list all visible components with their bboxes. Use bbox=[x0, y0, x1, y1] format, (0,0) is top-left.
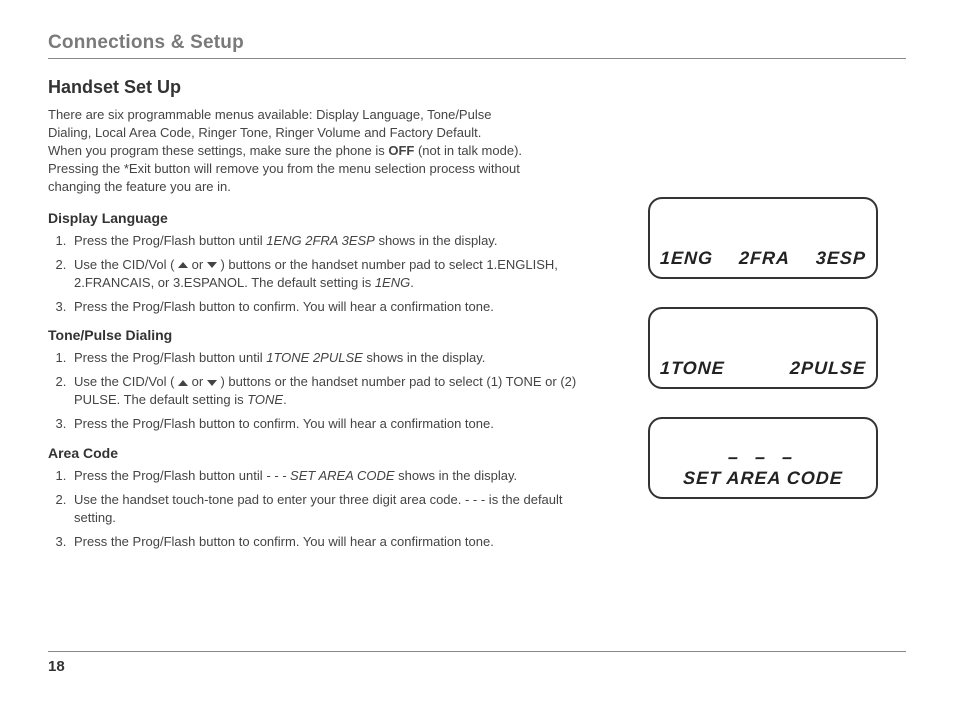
step-text: Press the Prog/Flash button to confirm. … bbox=[74, 299, 494, 314]
triangle-down-icon bbox=[207, 380, 217, 386]
intro-line: When you program these settings, make su… bbox=[48, 143, 388, 158]
lcd-screen-area-code: – – – SET AREA CODE bbox=[648, 417, 878, 499]
lcd-text: 3ESP bbox=[815, 248, 866, 269]
content-columns: Handset Set Up There are six programmabl… bbox=[48, 77, 906, 561]
step-ital: - - - SET AREA CODE bbox=[266, 468, 394, 483]
step-ital: 1ENG 2FRA 3ESP bbox=[266, 233, 375, 248]
manual-page: Connections & Setup Handset Set Up There… bbox=[0, 0, 954, 716]
page-footer: 18 bbox=[48, 651, 906, 676]
step: Press the Prog/Flash button to confirm. … bbox=[70, 298, 608, 316]
step-text: Use the CID/Vol ( bbox=[74, 257, 178, 272]
step-text: Press the Prog/Flash button until bbox=[74, 468, 266, 483]
lcd-text: 2FRA bbox=[738, 248, 790, 269]
triangle-up-icon bbox=[178, 262, 188, 268]
steps-area-code: Press the Prog/Flash button until - - - … bbox=[48, 467, 608, 551]
step-text: or bbox=[188, 257, 207, 272]
step-ital: 1TONE 2PULSE bbox=[266, 350, 363, 365]
lcd-line: 1ENG 2FRA 3ESP bbox=[659, 248, 866, 269]
step-text: or bbox=[188, 374, 207, 389]
step-text: Press the Prog/Flash button until bbox=[74, 350, 266, 365]
step: Press the Prog/Flash button to confirm. … bbox=[70, 533, 608, 551]
lcd-screen-tone-pulse: 1TONE 2PULSE bbox=[648, 307, 878, 389]
subheading-tone-pulse: Tone/Pulse Dialing bbox=[48, 327, 608, 343]
step-text: Use the handset touch-tone pad to enter … bbox=[74, 492, 563, 525]
lcd-line: – – – bbox=[659, 447, 866, 468]
step: Press the Prog/Flash button until 1TONE … bbox=[70, 349, 608, 367]
page-title: Handset Set Up bbox=[48, 77, 608, 98]
lcd-text: 2PULSE bbox=[789, 358, 866, 379]
triangle-up-icon bbox=[178, 380, 188, 386]
step-text: Press the Prog/Flash button until bbox=[74, 233, 266, 248]
intro-line: changing the feature you are in. bbox=[48, 179, 231, 194]
intro-line: (not in talk mode). bbox=[414, 143, 522, 158]
step-text: Press the Prog/Flash button to confirm. … bbox=[74, 534, 494, 549]
triangle-down-icon bbox=[207, 262, 217, 268]
step: Use the handset touch-tone pad to enter … bbox=[70, 491, 608, 527]
step-text: . bbox=[283, 392, 287, 407]
step: Press the Prog/Flash button to confirm. … bbox=[70, 415, 608, 433]
steps-display-language: Press the Prog/Flash button until 1ENG 2… bbox=[48, 232, 608, 316]
page-number: 18 bbox=[48, 658, 65, 675]
lcd-text: – – – bbox=[727, 447, 798, 468]
step: Use the CID/Vol ( or ) buttons or the ha… bbox=[70, 256, 608, 292]
subheading-area-code: Area Code bbox=[48, 445, 608, 461]
step-text: shows in the display. bbox=[395, 468, 518, 483]
lcd-text: 1TONE bbox=[659, 358, 725, 379]
step-text: Use the CID/Vol ( bbox=[74, 374, 178, 389]
intro-line: Pressing the *Exit button will remove yo… bbox=[48, 161, 520, 176]
intro-paragraph: There are six programmable menus availab… bbox=[48, 106, 608, 196]
step: Press the Prog/Flash button until 1ENG 2… bbox=[70, 232, 608, 250]
lcd-line: SET AREA CODE bbox=[659, 468, 866, 489]
section-title: Connections & Setup bbox=[48, 32, 244, 53]
steps-tone-pulse: Press the Prog/Flash button until 1TONE … bbox=[48, 349, 608, 433]
step-ital: 1ENG bbox=[375, 275, 410, 290]
step-text: shows in the display. bbox=[363, 350, 486, 365]
left-column: Handset Set Up There are six programmabl… bbox=[48, 77, 608, 561]
step-text: . bbox=[410, 275, 414, 290]
lcd-line: 1TONE 2PULSE bbox=[659, 358, 866, 379]
lcd-text: SET AREA CODE bbox=[683, 468, 844, 489]
lcd-text: 1ENG bbox=[659, 248, 713, 269]
lcd-screen-language: 1ENG 2FRA 3ESP bbox=[648, 197, 878, 279]
step: Use the CID/Vol ( or ) buttons or the ha… bbox=[70, 373, 608, 409]
intro-line: Dialing, Local Area Code, Ringer Tone, R… bbox=[48, 125, 481, 140]
step-text: shows in the display. bbox=[375, 233, 498, 248]
step-text: Press the Prog/Flash button to confirm. … bbox=[74, 416, 494, 431]
intro-bold: OFF bbox=[388, 143, 414, 158]
right-column: 1ENG 2FRA 3ESP 1TONE 2PULSE – – – SET AR… bbox=[648, 77, 898, 561]
intro-line: There are six programmable menus availab… bbox=[48, 107, 491, 122]
step-ital: TONE bbox=[247, 392, 283, 407]
section-header: Connections & Setup bbox=[48, 32, 906, 59]
step: Press the Prog/Flash button until - - - … bbox=[70, 467, 608, 485]
subheading-display-language: Display Language bbox=[48, 210, 608, 226]
